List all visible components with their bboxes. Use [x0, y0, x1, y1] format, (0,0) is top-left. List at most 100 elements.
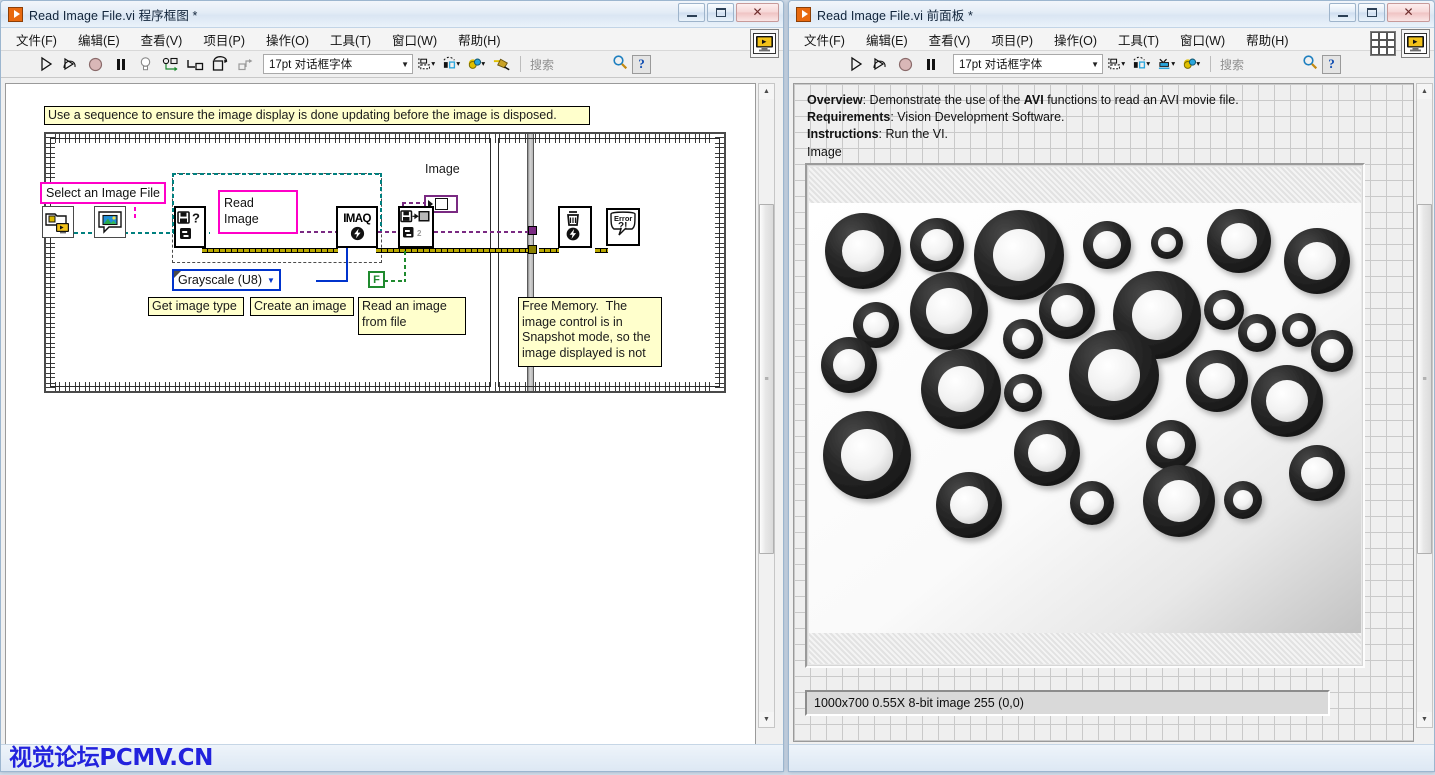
- node-imaq-readfile-vi[interactable]: 2: [398, 206, 434, 248]
- menu-tools[interactable]: 工具(T): [327, 28, 374, 51]
- run-continuously-icon[interactable]: [870, 54, 891, 74]
- run-icon[interactable]: [35, 54, 56, 74]
- step-out-icon[interactable]: [235, 54, 256, 74]
- node-get-image-type-vi[interactable]: ?: [174, 206, 206, 248]
- step-into-icon[interactable]: [185, 54, 206, 74]
- clean-up-diagram-icon[interactable]: [492, 54, 513, 74]
- close-button[interactable]: ✕: [736, 3, 779, 22]
- menu-operate[interactable]: 操作(O): [263, 28, 312, 51]
- align-objects-icon[interactable]: [1107, 54, 1128, 74]
- node-file-dialog-vi[interactable]: [42, 206, 74, 238]
- menu-edit[interactable]: 编辑(E): [863, 28, 911, 51]
- menu-tools[interactable]: 工具(T): [1115, 28, 1162, 51]
- block-diagram-canvas[interactable]: Use a sequence to ensure the image displ…: [5, 83, 756, 746]
- tunnel-error-out[interactable]: [528, 245, 537, 254]
- front-panel-toolbar[interactable]: 17pt 对话框字体 ▼: [789, 51, 1434, 78]
- image-display-control[interactable]: [805, 163, 1365, 668]
- maximize-button[interactable]: [1358, 3, 1385, 22]
- bd-vscroll-thumb[interactable]: ≡: [759, 204, 774, 554]
- node-image-prompt-vi[interactable]: [94, 206, 126, 238]
- menu-operate[interactable]: 操作(O): [1051, 28, 1100, 51]
- search-icon[interactable]: [1302, 54, 1318, 75]
- run-icon[interactable]: [845, 54, 866, 74]
- distribute-objects-icon[interactable]: [1132, 54, 1153, 74]
- font-selector[interactable]: 17pt 对话框字体 ▼: [953, 54, 1103, 74]
- washers-image: [809, 203, 1361, 633]
- imaq-badge-icon: [350, 226, 365, 241]
- menu-help[interactable]: 帮助(H): [1243, 28, 1291, 51]
- step-over-icon[interactable]: [210, 54, 231, 74]
- menu-file[interactable]: 文件(F): [801, 28, 848, 51]
- menu-view[interactable]: 查看(V): [926, 28, 974, 51]
- bd-vi-icon-button[interactable]: [750, 29, 779, 58]
- front-panel-window[interactable]: Read Image File.vi 前面板 * ✕ 文件(F) 编辑(E) 查…: [788, 0, 1435, 772]
- retain-wire-values-icon[interactable]: [160, 54, 181, 74]
- maximize-button[interactable]: [707, 3, 734, 22]
- menu-edit[interactable]: 编辑(E): [75, 28, 123, 51]
- block-diagram-window-controls[interactable]: ✕: [678, 3, 779, 22]
- menu-help[interactable]: 帮助(H): [455, 28, 503, 51]
- minimize-button[interactable]: [678, 3, 705, 22]
- image-control-caption: Image: [807, 144, 842, 161]
- block-diagram-toolbar[interactable]: 17pt 对话框字体 ▼: [1, 51, 783, 78]
- fp-vi-icon-button[interactable]: [1401, 29, 1430, 58]
- reorder-icon[interactable]: [1182, 54, 1203, 74]
- toolbar-divider: [520, 56, 521, 72]
- search-input[interactable]: 搜索: [530, 54, 628, 74]
- menu-window[interactable]: 窗口(W): [1177, 28, 1228, 51]
- menu-view[interactable]: 查看(V): [138, 28, 186, 51]
- reorder-icon[interactable]: [467, 54, 488, 74]
- font-selector[interactable]: 17pt 对话框字体 ▼: [263, 54, 413, 74]
- abort-icon[interactable]: [895, 54, 916, 74]
- align-objects-icon[interactable]: [417, 54, 438, 74]
- wire-purple-to-indicator: [402, 202, 424, 204]
- fp-vertical-scrollbar[interactable]: ▲ ≡ ▼: [1416, 83, 1433, 728]
- node-imaq-dispose-vi[interactable]: [558, 206, 592, 248]
- watermark: 视觉论坛PCMV.CN: [9, 738, 213, 772]
- enum-image-type-constant[interactable]: Grayscale (U8) ▼: [172, 269, 281, 291]
- front-panel-window-controls[interactable]: ✕: [1329, 3, 1430, 22]
- node-simple-error-handler-vi[interactable]: Error ?!: [606, 208, 640, 246]
- menu-file[interactable]: 文件(F): [13, 28, 60, 51]
- scroll-up-button[interactable]: ▲: [1417, 84, 1432, 99]
- menu-project[interactable]: 项目(P): [200, 28, 248, 51]
- connector-pane[interactable]: [1370, 31, 1396, 56]
- search-icon[interactable]: [612, 54, 628, 75]
- menu-window[interactable]: 窗口(W): [389, 28, 440, 51]
- scroll-down-button[interactable]: ▼: [1417, 712, 1432, 727]
- front-panel-titlebar[interactable]: Read Image File.vi 前面板 * ✕: [789, 1, 1434, 28]
- resize-objects-icon[interactable]: [1157, 54, 1178, 74]
- fp-statusbar: [789, 744, 1434, 771]
- search-input[interactable]: 搜索: [1220, 54, 1318, 74]
- block-diagram-titlebar[interactable]: Read Image File.vi 程序框图 * ✕: [1, 1, 783, 28]
- menu-project[interactable]: 项目(P): [988, 28, 1036, 51]
- comment-free-memory: Free Memory. The image control is in Sna…: [518, 297, 662, 367]
- error-wire-2: [376, 248, 533, 253]
- pause-icon[interactable]: [110, 54, 131, 74]
- pause-icon[interactable]: [920, 54, 941, 74]
- scroll-down-button[interactable]: ▼: [759, 712, 774, 727]
- front-panel-menubar[interactable]: 文件(F) 编辑(E) 查看(V) 项目(P) 操作(O) 工具(T) 窗口(W…: [789, 28, 1434, 51]
- overview-line: Overview: Demonstrate the use of the AVI…: [807, 92, 1239, 109]
- help-button[interactable]: ?: [632, 55, 651, 74]
- wire-green-v: [404, 244, 406, 282]
- block-diagram-menubar[interactable]: 文件(F) 编辑(E) 查看(V) 项目(P) 操作(O) 工具(T) 窗口(W…: [1, 28, 783, 51]
- tunnel-image-out[interactable]: [528, 226, 537, 235]
- help-button[interactable]: ?: [1322, 55, 1341, 74]
- boolean-false-constant[interactable]: F: [368, 271, 385, 288]
- label-select-an-image-file: Select an Image File: [40, 182, 166, 204]
- node-imaq-create-vi[interactable]: IMAQ: [336, 206, 378, 248]
- run-continuously-icon[interactable]: [60, 54, 81, 74]
- abort-icon[interactable]: [85, 54, 106, 74]
- fp-vscroll-thumb[interactable]: ≡: [1417, 204, 1432, 554]
- minimize-button[interactable]: [1329, 3, 1356, 22]
- scroll-up-button[interactable]: ▲: [759, 84, 774, 99]
- highlight-execution-icon[interactable]: [135, 54, 156, 74]
- front-panel-canvas[interactable]: Overview: Demonstrate the use of the AVI…: [793, 83, 1414, 742]
- image-display-area[interactable]: [809, 167, 1361, 664]
- block-diagram-window[interactable]: Read Image File.vi 程序框图 * ✕ 文件(F) 编辑(E) …: [0, 0, 784, 772]
- bd-vertical-scrollbar[interactable]: ▲ ≡ ▼: [758, 83, 775, 728]
- close-button[interactable]: ✕: [1387, 3, 1430, 22]
- image-indicator-label: Image: [425, 162, 460, 176]
- distribute-objects-icon[interactable]: [442, 54, 463, 74]
